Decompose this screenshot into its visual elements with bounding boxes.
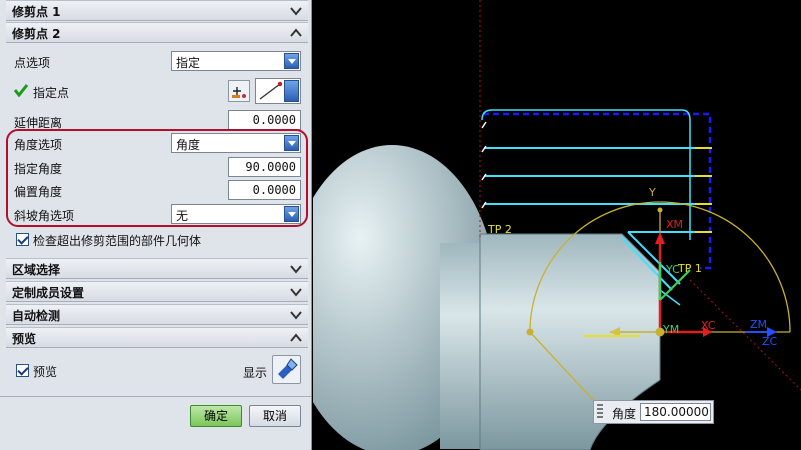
point-constructor-icon [232,87,246,98]
section-title: 定制成员设置 [12,286,85,300]
section-title: 区域选择 [12,263,61,277]
angle-input-value: 180.00000 [644,405,709,419]
section-title: 修剪点 1 [12,5,61,19]
flashlight-icon [278,358,298,379]
graphics-viewport[interactable]: TP 2 TP 1 XM YM YC Y XC ZM ZC [313,0,801,450]
section-trim-point-2[interactable]: 修剪点 2 [6,22,308,43]
section-title: 修剪点 2 [12,27,61,41]
zm-label: ZM [750,318,768,331]
drag-grip-icon[interactable] [597,404,603,420]
offset-angle-value: 0.0000 [252,183,296,197]
section-title: 自动检测 [12,309,61,323]
yc-label: YC [666,263,680,276]
section-auto-detect[interactable]: 自动检测 [6,304,308,325]
extend-distance-value: 0.0000 [252,113,296,127]
section-custom-members[interactable]: 定制成员设置 [6,281,308,302]
chevron-up-icon [290,28,302,37]
angle-option-value: 角度 [176,138,201,152]
angle-option-label: 角度选项 [14,138,63,152]
check-overrun-label: 检查超出修剪范围的部件几何体 [33,234,202,248]
dropdown-arrow-icon[interactable] [284,53,299,69]
dropdown-arrow-icon[interactable] [284,80,299,102]
dropdown-arrow-icon[interactable] [284,135,299,151]
specify-point-label: 指定点 [33,86,70,100]
cad-scene [313,0,801,450]
section-preview[interactable]: 预览 [6,327,308,348]
section-title: 预览 [12,332,37,346]
preview-checkbox[interactable] [16,364,29,377]
divider [0,396,311,397]
checkmark-icon [14,84,28,97]
angle-input-label: 角度 [612,407,637,421]
reference-line [689,279,801,391]
point-option-label: 点选项 [14,56,51,70]
extend-distance-label: 延伸距离 [14,116,63,130]
inferred-point-icon [259,81,283,100]
tp1-label: TP 1 [678,262,702,275]
inferred-point-select[interactable] [255,78,301,104]
section-trim-point-1[interactable]: 修剪点 1 [6,0,308,21]
point-dialog-button[interactable] [228,80,250,102]
neck-cylinder [440,243,482,449]
chevron-down-icon [290,288,302,297]
tp2-label: TP 2 [488,223,512,236]
operation-dialog: 修剪点 1 修剪点 2 点选项 指定 指定点 延伸距离 0.0000 角度选项 … [0,0,312,450]
specify-angle-label: 指定角度 [14,162,63,176]
zc-label: ZC [762,335,778,348]
check-overrun-checkbox[interactable] [16,233,29,246]
cancel-button[interactable]: 取消 [249,405,301,427]
angle-input-field[interactable]: 180.00000 [640,403,711,421]
preview-label: 预览 [33,365,58,379]
slope-option-value: 无 [176,209,189,223]
ok-button[interactable]: 确定 [190,405,242,427]
specify-angle-value: 90.0000 [245,160,296,174]
y-axis-label: Y [649,186,656,199]
section-region-select[interactable]: 区域选择 [6,258,308,279]
specify-angle-input[interactable]: 90.0000 [228,157,301,177]
xm-label: XM [666,218,684,231]
slope-option-label: 斜坡角选项 [14,209,75,223]
offset-angle-label: 偏置角度 [14,185,63,199]
dropdown-arrow-icon[interactable] [284,206,299,222]
xc-label: XC [701,319,716,332]
chevron-down-icon [290,265,302,274]
offset-angle-input[interactable]: 0.0000 [228,180,301,200]
ym-label: YM [663,323,680,336]
angle-input-widget: 角度 180.00000 [593,400,714,424]
extend-distance-input[interactable]: 0.0000 [228,110,301,130]
slope-option-select[interactable]: 无 [171,204,301,224]
show-label: 显示 [243,366,268,380]
chevron-down-icon [290,7,302,16]
point-option-select[interactable]: 指定 [171,51,301,71]
show-button[interactable] [272,355,301,384]
chevron-up-icon [290,333,302,342]
chevron-down-icon [290,311,302,320]
point-option-value: 指定 [176,56,201,70]
angle-option-select[interactable]: 角度 [171,133,301,153]
